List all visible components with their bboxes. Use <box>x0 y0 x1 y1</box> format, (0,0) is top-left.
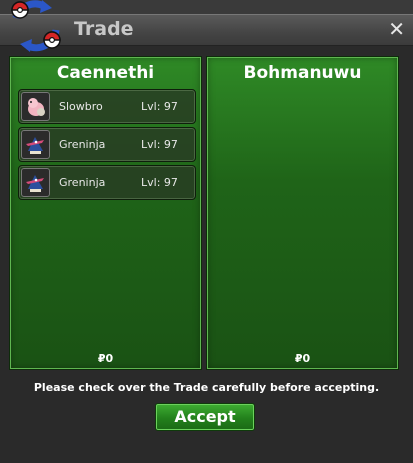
slowbro-icon <box>21 92 50 121</box>
right-trainer-name: Bohmanuwu <box>243 63 362 83</box>
trade-notice: Please check over the Trade carefully be… <box>33 381 380 394</box>
pokemon-name: Greninja <box>59 138 106 151</box>
trade-window: Trade ✕ Caennethi Slowbro Lvl: 97 Grenin… <box>0 0 413 463</box>
right-trade-panel: Bohmanuwu ₽0 <box>206 56 399 370</box>
greninja-icon <box>21 168 50 197</box>
pokemon-slot[interactable]: Greninja Lvl: 97 <box>18 165 196 200</box>
left-trainer-name: Caennethi <box>56 63 155 83</box>
pokemon-name: Slowbro <box>59 100 103 113</box>
left-money: ₽0 <box>97 352 114 365</box>
left-trade-panel: Caennethi Slowbro Lvl: 97 Greninja Lvl: … <box>9 56 202 370</box>
window-title: Trade <box>74 18 134 40</box>
pokemon-level: Lvl: 97 <box>141 176 178 189</box>
trade-logo-icon <box>11 0 61 52</box>
close-button[interactable]: ✕ <box>388 17 405 41</box>
accept-button[interactable]: Accept <box>155 403 255 431</box>
pokemon-slot[interactable]: Greninja Lvl: 97 <box>18 127 196 162</box>
greninja-icon <box>21 130 50 159</box>
pokemon-level: Lvl: 97 <box>141 138 178 151</box>
pokemon-name: Greninja <box>59 176 106 189</box>
pokemon-level: Lvl: 97 <box>141 100 178 113</box>
right-money: ₽0 <box>294 352 311 365</box>
pokemon-slot[interactable]: Slowbro Lvl: 97 <box>18 89 196 124</box>
